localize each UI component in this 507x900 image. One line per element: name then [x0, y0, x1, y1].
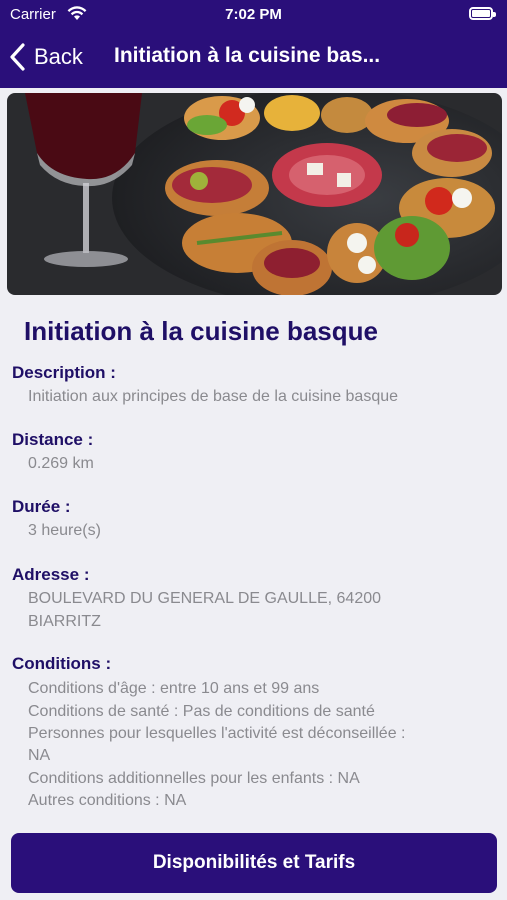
- status-bar: Carrier 7:02 PM: [0, 0, 507, 30]
- nav-title: Initiation à la cuisine bas...: [114, 44, 381, 67]
- clock: 7:02 PM: [225, 6, 282, 23]
- conditions-item: Conditions d'âge : entre 10 ans et 99 an…: [28, 680, 320, 697]
- back-button[interactable]: Back: [10, 42, 83, 72]
- description-value: Initiation aux principes de base de la c…: [28, 388, 399, 405]
- address-line-1: BOULEVARD DU GENERAL DE GAULLE, 64200: [28, 590, 382, 607]
- address-line-2: BIARRITZ: [28, 613, 101, 630]
- activity-photo: [7, 93, 502, 295]
- nav-bar: Back Initiation à la cuisine bas...: [0, 30, 507, 88]
- duration-label: Durée :: [12, 497, 71, 516]
- duration-value: 3 heure(s): [28, 522, 101, 539]
- distance-value: 0.269 km: [28, 455, 94, 472]
- chevron-left-icon: [10, 43, 25, 71]
- battery-icon: [469, 7, 496, 20]
- address-label: Adresse :: [12, 565, 90, 584]
- conditions-item: Conditions additionnelles pour les enfan…: [28, 770, 360, 787]
- conditions-item: Conditions de santé : Pas de conditions …: [28, 703, 375, 720]
- description-label: Description :: [12, 363, 116, 382]
- conditions-item: Autres conditions : NA: [28, 792, 187, 809]
- distance-label: Distance :: [12, 430, 94, 449]
- conditions-item: NA: [28, 747, 51, 764]
- header: Carrier 7:02 PM Back Initiation à la cui…: [0, 0, 507, 88]
- back-label: Back: [34, 44, 83, 69]
- conditions-label: Conditions :: [12, 654, 112, 673]
- availability-pricing-button[interactable]: Disponibilités et Tarifs: [11, 833, 497, 893]
- activity-title: Initiation à la cuisine basque: [24, 316, 378, 346]
- conditions-item: Personnes pour lesquelles l'activité est…: [28, 725, 406, 742]
